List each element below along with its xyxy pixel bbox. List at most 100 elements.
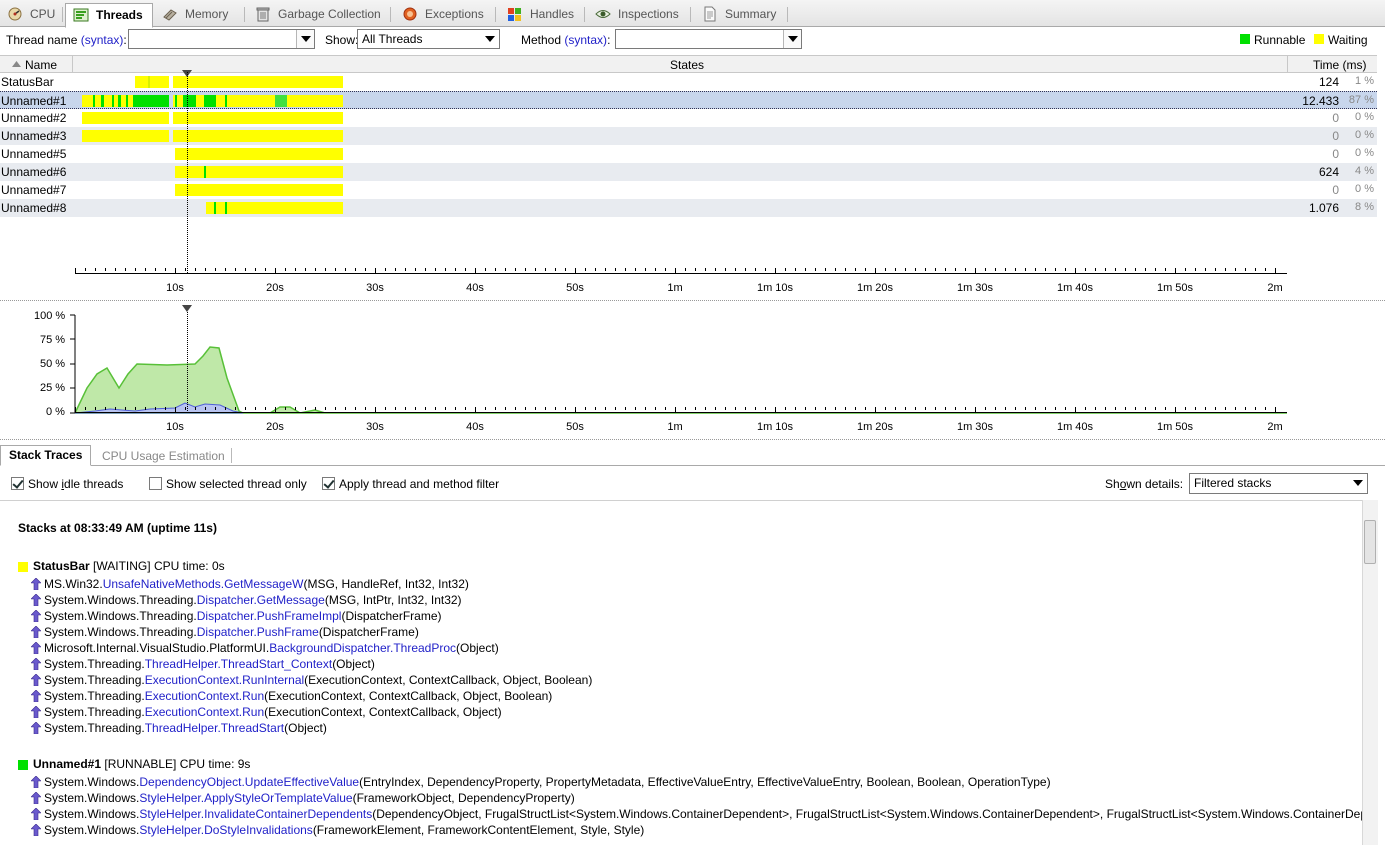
show-idle-threads-checkbox[interactable] (11, 477, 24, 490)
frame-method-link[interactable]: ApplyStyleOrTemplateValue (204, 791, 353, 805)
column-header-states[interactable]: States (670, 58, 704, 72)
chevron-down-icon[interactable] (481, 30, 499, 48)
stack-frame[interactable]: System.Windows.StyleHelper.DoStyleInvali… (44, 823, 644, 837)
panel-splitter[interactable] (0, 300, 1385, 301)
frame-method-link[interactable]: ThreadStart_Context (221, 657, 332, 671)
chevron-down-icon[interactable] (1349, 474, 1367, 492)
frame-method-link[interactable]: GetMessage (257, 593, 325, 607)
stack-thread-header[interactable]: Unnamed#1 [RUNNABLE] CPU time: 9s (33, 757, 250, 771)
sort-ascending-icon[interactable] (12, 61, 21, 67)
frame-arguments: (FrameworkObject, DependencyProperty) (352, 791, 575, 805)
tab-inspections[interactable]: Inspections (588, 3, 690, 25)
frame-method-link[interactable]: ThreadProc (393, 641, 456, 655)
thread-row[interactable]: StatusBar 124 1 % (0, 73, 1377, 91)
frame-class-link[interactable]: BackgroundDispatcher (269, 641, 390, 655)
stack-frame[interactable]: System.Windows.StyleHelper.InvalidateCon… (44, 807, 1362, 821)
stack-thread-header[interactable]: StatusBar [WAITING] CPU time: 0s (33, 559, 225, 573)
frame-method-link[interactable]: PushFrame (257, 625, 319, 639)
frame-method-link[interactable]: DoStyleInvalidations (204, 823, 313, 837)
frame-class-link[interactable]: UnsafeNativeMethods (103, 577, 221, 591)
thread-row[interactable]: Unnamed#2 0 0 % (0, 109, 1377, 127)
frame-class-link[interactable]: ThreadHelper (145, 657, 218, 671)
tab-summary[interactable]: Summary (695, 3, 788, 25)
frame-method-link[interactable]: Run (242, 689, 264, 703)
stack-thread-state: [WAITING] (93, 559, 151, 573)
frame-class-link[interactable]: StyleHelper (139, 823, 200, 837)
stack-frame[interactable]: System.Threading.ExecutionContext.Run(Ex… (44, 689, 552, 703)
frame-method-link[interactable]: RunInternal (242, 673, 304, 687)
frame-method-link[interactable]: InvalidateContainerDependents (204, 807, 372, 821)
chevron-down-icon[interactable] (783, 30, 801, 48)
tab-exceptions[interactable]: Exceptions (395, 3, 495, 25)
frame-class-link[interactable]: ExecutionContext (145, 673, 239, 687)
thread-row[interactable]: Unnamed#3 0 0 % (0, 127, 1377, 145)
method-syntax-link[interactable]: (syntax) (564, 33, 607, 47)
frame-class-link[interactable]: StyleHelper (139, 791, 200, 805)
thread-row[interactable]: Unnamed#7 0 0 % (0, 181, 1377, 199)
frame-method-link[interactable]: GetMessageW (224, 577, 303, 591)
tab-cpu[interactable]: CPU (0, 3, 62, 25)
show-threads-select[interactable]: All Threads (357, 29, 500, 49)
thread-time: 0 (1332, 129, 1339, 143)
tab-threads[interactable]: Threads (65, 3, 153, 28)
major-tick (75, 268, 76, 274)
minor-tick (245, 268, 246, 271)
minor-tick (825, 407, 826, 410)
stack-frame[interactable]: System.Windows.Threading.Dispatcher.Push… (44, 625, 419, 639)
column-header-time[interactable]: Time (ms) (1313, 58, 1367, 72)
frame-method-link[interactable]: ThreadStart (221, 721, 284, 735)
minor-tick (215, 407, 216, 410)
stack-frame[interactable]: System.Threading.ThreadHelper.ThreadStar… (44, 721, 327, 735)
frame-class-link[interactable]: ExecutionContext (145, 689, 239, 703)
stack-frame[interactable]: System.Windows.Threading.Dispatcher.GetM… (44, 593, 462, 607)
frame-class-link[interactable]: ExecutionContext (145, 705, 239, 719)
stack-frame[interactable]: Microsoft.Internal.VisualStudio.Platform… (44, 641, 499, 655)
frame-class-link[interactable]: Dispatcher (197, 609, 254, 623)
frame-method-link[interactable]: Run (242, 705, 264, 719)
call-arrow-up-icon (31, 642, 41, 654)
chevron-down-icon[interactable] (296, 30, 314, 48)
frame-class-link[interactable]: Dispatcher (197, 593, 254, 607)
tab-cpu-usage-estimation[interactable]: CPU Usage Estimation (94, 447, 233, 466)
runnable-segment (126, 95, 128, 107)
thread-row[interactable]: Unnamed#5 0 0 % (0, 145, 1377, 163)
tab-stack-traces[interactable]: Stack Traces (0, 445, 92, 466)
stack-frame[interactable]: System.Threading.ExecutionContext.Run(Ex… (44, 705, 502, 719)
show-selected-thread-label: Show selected thread only (166, 477, 307, 491)
column-divider[interactable] (72, 56, 73, 73)
thread-name-filter-input[interactable] (128, 29, 315, 49)
apply-filter-checkbox[interactable] (322, 477, 335, 490)
frame-class-link[interactable]: Dispatcher (197, 625, 254, 639)
thread-row[interactable]: Unnamed#8 1.076 8 % (0, 199, 1377, 217)
frame-class-link[interactable]: StyleHelper (139, 807, 200, 821)
frame-class-link[interactable]: ThreadHelper (145, 721, 218, 735)
minor-tick (1065, 407, 1066, 410)
stack-frame[interactable]: System.Windows.DependencyObject.UpdateEf… (44, 775, 1051, 789)
minor-tick (365, 407, 366, 410)
scrollbar-thumb[interactable] (1364, 520, 1376, 564)
frame-method-link[interactable]: UpdateEffectiveValue (245, 775, 359, 789)
frame-method-link[interactable]: PushFrameImpl (257, 609, 342, 623)
method-filter-input[interactable] (615, 29, 802, 49)
column-header-name[interactable]: Name (25, 58, 57, 72)
thread-row[interactable]: Unnamed#6 624 4 % (0, 163, 1377, 181)
column-divider[interactable] (1287, 56, 1288, 73)
thread-name-syntax-link[interactable]: (syntax) (81, 33, 124, 47)
stack-frame[interactable]: MS.Win32.UnsafeNativeMethods.GetMessageW… (44, 577, 469, 591)
stack-frame[interactable]: System.Windows.StyleHelper.ApplyStyleOrT… (44, 791, 575, 805)
thread-row[interactable]: Unnamed#1 12.433 87 % (0, 91, 1377, 109)
frame-class-link[interactable]: DependencyObject (139, 775, 241, 789)
time-cursor-handle[interactable] (182, 305, 192, 312)
shown-details-select[interactable]: Filtered stacks (1189, 473, 1368, 494)
stack-frame[interactable]: System.Windows.Threading.Dispatcher.Push… (44, 609, 442, 623)
minor-tick (785, 268, 786, 271)
stack-frame[interactable]: System.Threading.ExecutionContext.RunInt… (44, 673, 592, 687)
show-selected-thread-checkbox[interactable] (149, 477, 162, 490)
panel-splitter[interactable] (0, 439, 1385, 440)
minor-tick (325, 407, 326, 410)
tab-garbage-collection[interactable]: Garbage Collection (248, 3, 390, 25)
tab-memory[interactable]: Memory (155, 3, 245, 25)
stack-frame[interactable]: System.Threading.ThreadHelper.ThreadStar… (44, 657, 375, 671)
tab-handles[interactable]: Handles (500, 3, 585, 25)
minor-tick (345, 407, 346, 410)
